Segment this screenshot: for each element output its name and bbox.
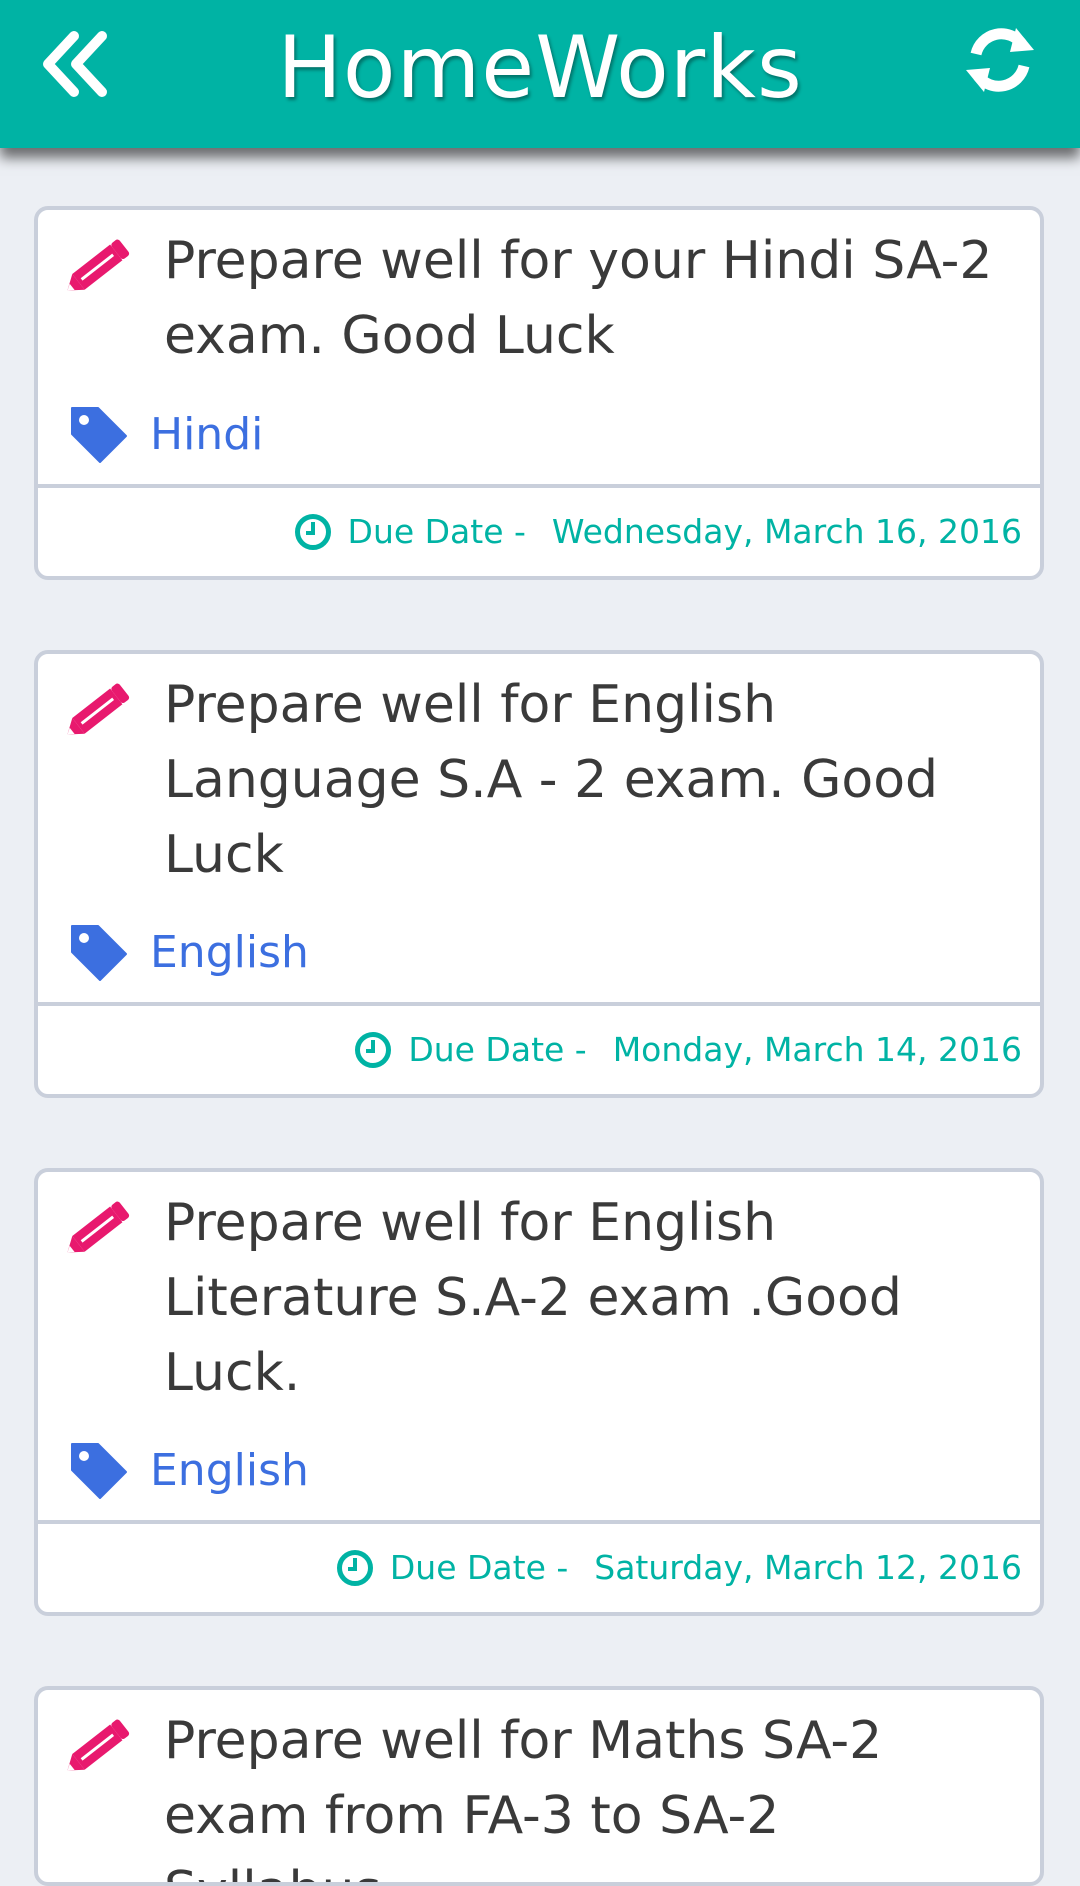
due-date-label: Due Date - — [347, 512, 526, 551]
homework-title: Prepare well for English Literature S.A-… — [164, 1193, 902, 1403]
homework-card[interactable]: Prepare well for English Literature S.A-… — [34, 1168, 1044, 1616]
subject-label[interactable]: Hindi — [150, 409, 263, 460]
page-title: HomeWorks — [277, 18, 803, 118]
clock-icon — [336, 1549, 373, 1586]
homework-title: Prepare well for English Language S.A - … — [164, 675, 939, 885]
subject-row: Hindi — [68, 402, 263, 466]
divider — [38, 484, 1040, 488]
due-date-value: Saturday, March 12, 2016 — [594, 1548, 1022, 1587]
pencil-icon — [67, 1719, 130, 1771]
subject-label[interactable]: English — [150, 927, 309, 978]
pencil-icon — [67, 239, 130, 291]
homework-title: Prepare well for your Hindi SA-2 exam. G… — [164, 231, 993, 366]
refresh-icon — [966, 28, 1034, 92]
tag-icon — [71, 407, 127, 463]
due-date-label: Due Date - — [389, 1548, 569, 1587]
tag-icon — [71, 1443, 127, 1499]
homework-card[interactable]: Prepare well for English Language S.A - … — [34, 650, 1044, 1098]
clock-icon — [355, 1031, 392, 1068]
due-date-value: Wednesday, March 16, 2016 — [551, 512, 1022, 551]
homework-title: Prepare well for Maths SA-2 exam from FA… — [164, 1711, 883, 1882]
due-date-row: Due Date - Saturday, March 12, 2016 — [336, 1548, 1022, 1587]
due-date-row: Due Date - Wednesday, March 16, 2016 — [294, 512, 1022, 551]
tag-icon — [71, 925, 127, 981]
due-date-label: Due Date - — [408, 1030, 587, 1069]
due-date-value: Monday, March 14, 2016 — [612, 1030, 1022, 1069]
app-header: HomeWorks — [0, 0, 1080, 148]
subject-row: English — [68, 920, 309, 984]
divider — [38, 1002, 1040, 1006]
clock-icon — [294, 513, 331, 550]
homework-card[interactable]: Prepare well for your Hindi SA-2 exam. G… — [34, 206, 1044, 580]
refresh-button[interactable] — [960, 20, 1040, 100]
pencil-icon — [67, 1201, 130, 1253]
subject-label[interactable]: English — [150, 1445, 309, 1496]
homework-card[interactable]: Prepare well for Maths SA-2 exam from FA… — [34, 1686, 1044, 1886]
pencil-icon — [67, 683, 130, 735]
subject-row: English — [68, 1438, 309, 1502]
divider — [38, 1520, 1040, 1524]
due-date-row: Due Date - Monday, March 14, 2016 — [354, 1030, 1022, 1069]
